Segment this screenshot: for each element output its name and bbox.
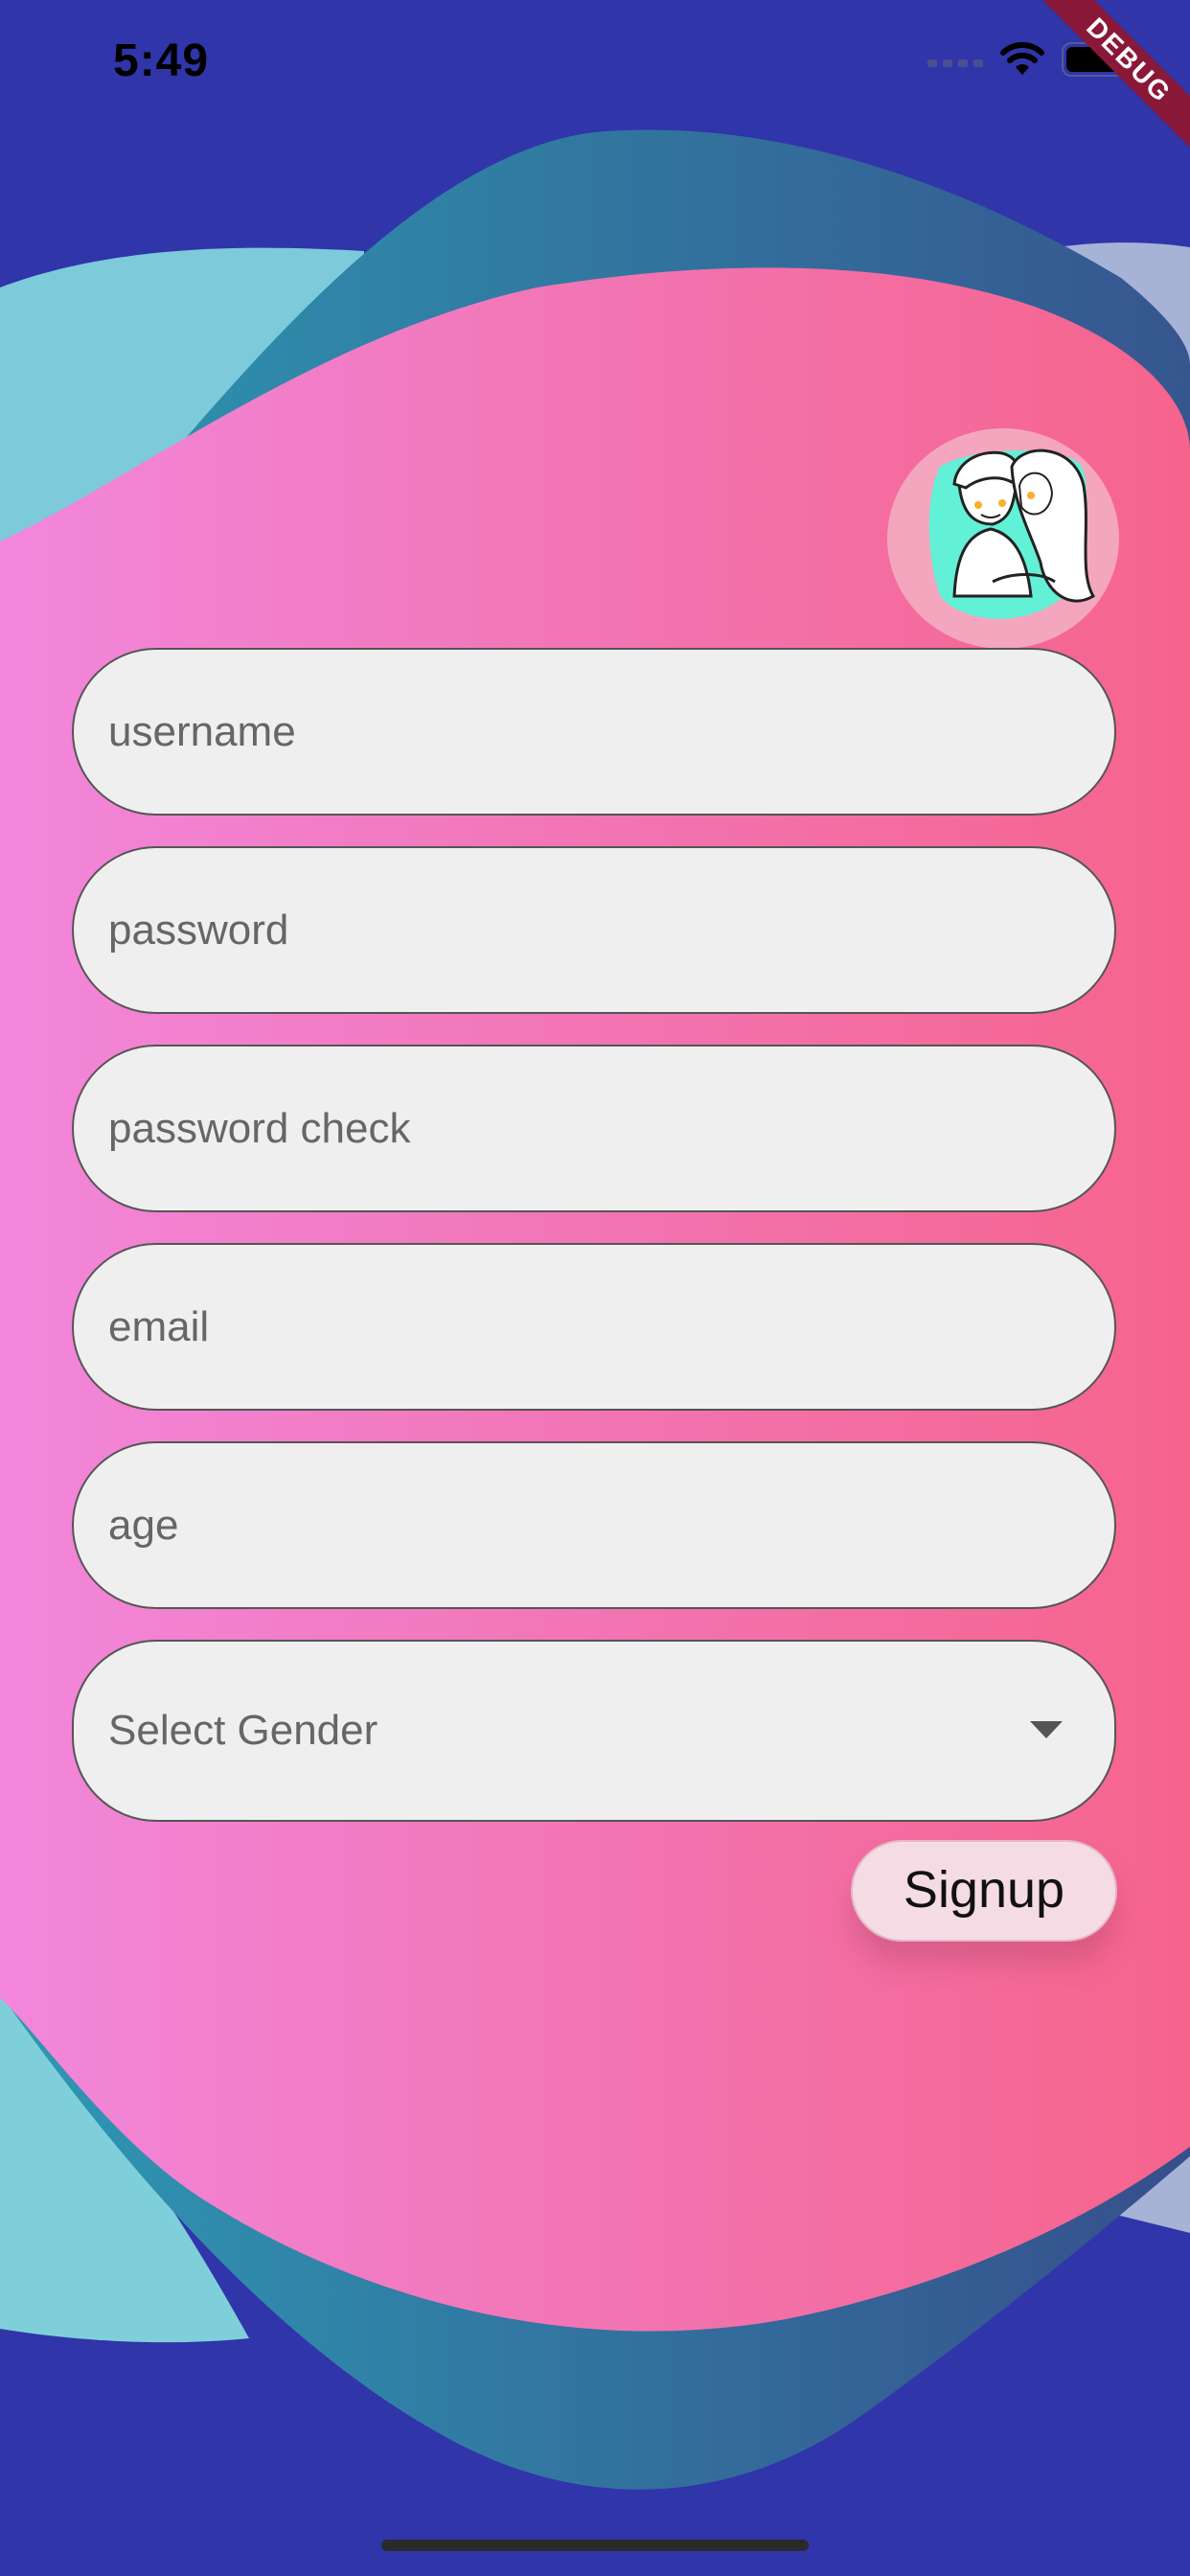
age-input[interactable]	[108, 1443, 1066, 1607]
signal-icon	[927, 59, 983, 67]
signup-button[interactable]: Signup	[851, 1840, 1117, 1942]
email-input[interactable]	[108, 1245, 1066, 1409]
status-time: 5:49	[113, 35, 210, 86]
username-input[interactable]	[108, 650, 1066, 814]
gender-select[interactable]: Select Gender	[72, 1640, 1116, 1822]
battery-icon	[1062, 42, 1132, 77]
password-check-field[interactable]	[72, 1045, 1116, 1212]
couple-illustration-icon	[928, 448, 1096, 619]
gender-select-label: Select Gender	[108, 1707, 378, 1754]
avatar[interactable]	[887, 428, 1119, 649]
caret-down-icon[interactable]	[1030, 1721, 1063, 1738]
age-field[interactable]	[72, 1441, 1116, 1609]
password-check-input[interactable]	[108, 1046, 1066, 1210]
status-icons	[927, 42, 1133, 77]
status-bar: 5:49	[0, 0, 1190, 134]
email-field[interactable]	[72, 1243, 1116, 1411]
home-indicator[interactable]	[381, 2540, 809, 2551]
password-field[interactable]	[72, 846, 1116, 1014]
username-field[interactable]	[72, 648, 1116, 816]
password-input[interactable]	[108, 848, 1066, 1012]
wifi-icon	[1000, 42, 1044, 75]
